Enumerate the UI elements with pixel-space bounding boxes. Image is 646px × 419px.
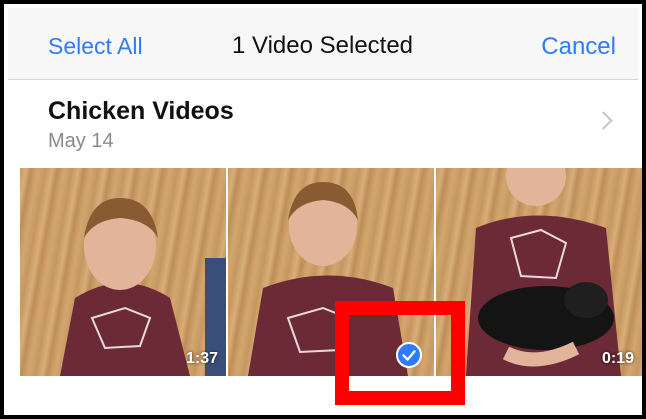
video-thumbnail-1[interactable]: 1:37	[20, 168, 226, 376]
video-duration: 1:37	[185, 350, 218, 367]
chevron-right-icon	[594, 111, 613, 130]
video-thumbnail-grid: 1:37 0:19	[8, 168, 642, 376]
video-thumbnail-3[interactable]: 0:19	[436, 168, 642, 376]
album-header[interactable]: Chicken Videos May 14	[8, 80, 638, 168]
selection-title: 1 Video Selected	[232, 32, 414, 59]
album-title: Chicken Videos	[48, 97, 234, 125]
video-duration: 0:19	[601, 350, 634, 367]
album-date: May 14	[48, 130, 114, 152]
person-with-chicken-image	[466, 168, 621, 376]
cancel-button[interactable]: Cancel	[541, 33, 616, 61]
screenshot-frame: Select All 1 Video Selected Cancel Chick…	[0, 0, 646, 419]
navigation-bar: Select All 1 Video Selected Cancel	[8, 8, 638, 80]
select-all-button[interactable]: Select All	[48, 33, 143, 60]
person-image	[60, 198, 226, 376]
annotation-highlight-box	[335, 301, 465, 405]
